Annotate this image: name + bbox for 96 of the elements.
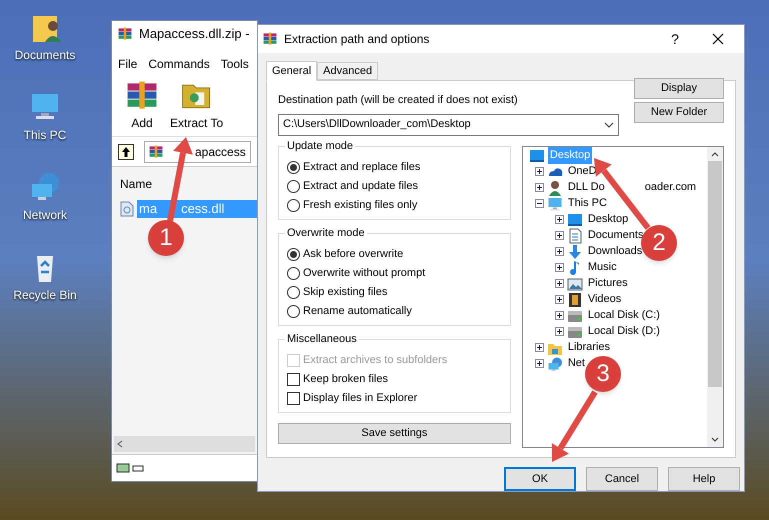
expand-icon[interactable] bbox=[534, 183, 544, 192]
network-icon bbox=[29, 170, 61, 202]
radio-button[interactable] bbox=[287, 248, 300, 260]
save-settings-button[interactable]: Save settings bbox=[278, 422, 511, 444]
document-icon bbox=[566, 228, 583, 244]
radio-button[interactable] bbox=[287, 198, 300, 212]
tab[interactable]: Advanced bbox=[317, 62, 378, 80]
desktop-icon-label[interactable]: Recycle Bin bbox=[13, 286, 77, 304]
group-title: Update mode bbox=[285, 140, 356, 152]
desktop-icon-label[interactable]: Network bbox=[22, 206, 67, 224]
option-label: Skip existing files bbox=[303, 284, 388, 300]
address-field[interactable]: apaccess bbox=[144, 140, 251, 162]
file-icon bbox=[120, 201, 134, 217]
tree-item[interactable]: Net bbox=[566, 355, 587, 372]
menu-item[interactable]: Tools bbox=[220, 55, 249, 73]
film-icon bbox=[566, 292, 583, 308]
tree-item[interactable]: This PC bbox=[566, 195, 609, 212]
close-icon bbox=[712, 33, 724, 45]
group-title: Miscellaneous bbox=[285, 332, 359, 346]
scroll-left-icon bbox=[117, 440, 123, 448]
archive-icon bbox=[148, 144, 164, 160]
monitor-icon bbox=[566, 212, 583, 228]
archive-icon bbox=[117, 26, 133, 42]
option-label: Extract and replace files bbox=[303, 160, 420, 175]
tree-item[interactable]: Libraries bbox=[566, 339, 612, 356]
dialog-button[interactable]: Display bbox=[634, 78, 724, 99]
checkbox[interactable] bbox=[287, 392, 300, 404]
option-label: Extract archives to subfolders bbox=[303, 352, 448, 368]
option-label: Rename automatically bbox=[303, 304, 412, 319]
dialog-button[interactable]: OK bbox=[504, 467, 576, 491]
menu-item[interactable]: Commands bbox=[148, 55, 210, 73]
horizontal-scrollbar[interactable] bbox=[114, 436, 255, 452]
tree-item[interactable]: Videos bbox=[586, 291, 624, 308]
expand-icon[interactable] bbox=[554, 327, 564, 336]
option-label: Overwrite without prompt bbox=[303, 266, 426, 281]
expand-icon[interactable] bbox=[554, 311, 564, 320]
option-label: Keep broken files bbox=[303, 372, 388, 387]
tree-item[interactable]: Desktop bbox=[586, 211, 630, 228]
computer-icon bbox=[546, 196, 563, 212]
network-icon bbox=[546, 356, 563, 372]
radio-button[interactable] bbox=[287, 180, 300, 192]
expand-icon[interactable] bbox=[534, 343, 544, 352]
option-label: Extract and update files bbox=[303, 178, 418, 194]
column-header[interactable]: Name bbox=[112, 167, 257, 198]
picture-icon bbox=[566, 276, 583, 292]
download-arrow-icon bbox=[566, 244, 583, 260]
path-dropdown[interactable]: C:\Users\DllDownloader_com\Desktop bbox=[278, 114, 619, 136]
tree-item[interactable]: Local Disk (C:) bbox=[586, 307, 662, 324]
dialog-button[interactable]: Cancel bbox=[586, 467, 658, 491]
desktop-icon-label[interactable]: Documents bbox=[14, 46, 76, 64]
address-text: apaccess bbox=[195, 144, 246, 160]
expand-icon[interactable] bbox=[554, 215, 564, 224]
chevron-down-icon bbox=[604, 122, 614, 128]
expand-icon[interactable] bbox=[554, 295, 564, 304]
collapse-icon[interactable] bbox=[534, 199, 544, 208]
dialog-button[interactable]: New Folder bbox=[634, 102, 724, 123]
dialog-title: Extraction path and options bbox=[284, 31, 430, 48]
field-label: Destination path (will be created if does not exist) bbox=[278, 93, 519, 108]
option-label: Ask before overwrite bbox=[303, 246, 404, 262]
desktop-icon-label[interactable]: This PC bbox=[24, 126, 66, 144]
group-title: Overwrite mode bbox=[285, 226, 367, 240]
tree-item[interactable]: Pictures bbox=[586, 275, 630, 292]
scroll-thumb[interactable] bbox=[708, 160, 722, 386]
tree-item[interactable]: Local Disk (D:) bbox=[586, 323, 662, 340]
menu-item[interactable]: File bbox=[118, 55, 138, 73]
drive-key-icon bbox=[116, 463, 144, 473]
option-label: Fresh existing files only bbox=[303, 198, 418, 213]
radio-button[interactable] bbox=[287, 304, 300, 318]
toolbar-button[interactable]: Extract To bbox=[170, 78, 224, 132]
file-name: cess.dll bbox=[181, 200, 224, 218]
expand-icon[interactable] bbox=[534, 359, 544, 368]
radio-button[interactable] bbox=[287, 286, 300, 298]
expand-icon[interactable] bbox=[554, 231, 564, 240]
annotation-arrow bbox=[552, 390, 598, 462]
option-label: Display files in Explorer bbox=[303, 390, 418, 406]
window-title: Mapaccess.dll.zip - bbox=[139, 25, 250, 44]
toolbar-button[interactable]: Add bbox=[124, 78, 160, 132]
expand-icon[interactable] bbox=[554, 247, 564, 256]
monitor-icon bbox=[528, 148, 545, 164]
expand-icon[interactable] bbox=[554, 279, 564, 288]
help-button[interactable]: ? bbox=[660, 28, 690, 50]
vertical-scrollbar[interactable] bbox=[707, 146, 723, 446]
expand-icon[interactable] bbox=[534, 167, 544, 176]
tree-item[interactable]: Music bbox=[586, 259, 619, 276]
archive-icon bbox=[262, 31, 278, 47]
person-icon bbox=[546, 180, 563, 196]
file-name: ma bbox=[139, 200, 158, 218]
path-value: C:\Users\DllDownloader_com\Desktop bbox=[283, 117, 472, 132]
tab[interactable]: General bbox=[266, 61, 318, 81]
dialog-button[interactable]: Help bbox=[668, 467, 740, 491]
expand-icon[interactable] bbox=[554, 263, 564, 272]
radio-button[interactable] bbox=[287, 266, 300, 280]
checkbox[interactable] bbox=[287, 372, 300, 386]
tree-item[interactable]: DLL Do oader.com bbox=[566, 179, 698, 196]
radio-button[interactable] bbox=[287, 160, 300, 174]
tree-item[interactable]: OneD bbox=[566, 163, 599, 180]
